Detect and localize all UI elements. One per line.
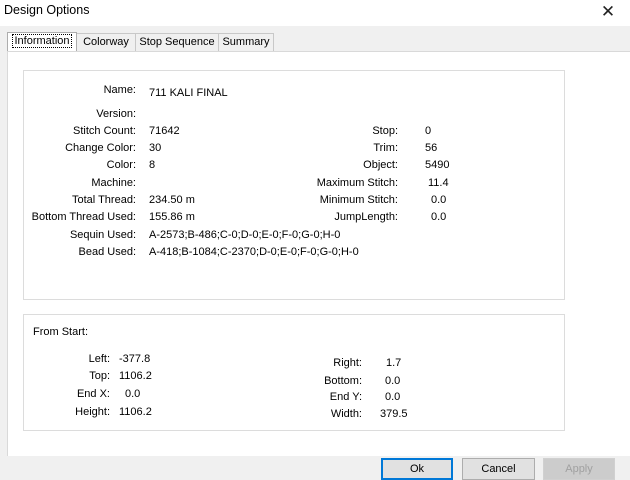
stop-label: Stop: [372, 125, 398, 137]
design-info-group: Name: 711 KALI FINAL Version: Stitch Cou… [23, 70, 565, 300]
close-icon[interactable]: ✕ [598, 2, 618, 22]
object-value: 5490 [425, 159, 450, 171]
right-label: Right: [333, 357, 362, 369]
from-start-title: From Start: [33, 326, 89, 338]
max-stitch-value: 11.4 [428, 177, 449, 189]
bead-label: Bead Used: [78, 246, 136, 258]
top-label: Top: [89, 370, 110, 382]
total-thread-label: Total Thread: [71, 194, 136, 206]
window-title: Design Options [4, 3, 90, 17]
tab-information[interactable]: Information [7, 32, 77, 51]
from-start-group: From Start: Left: -377.8 Top: 1106.2 End… [23, 314, 565, 431]
bottom-thread-label: Bottom Thread Used: [31, 211, 136, 223]
sequin-value: A-2573;B-486;C-0;D-0;E-0;F-0;G-0;H-0 [149, 229, 341, 241]
name-label: Name: [103, 84, 136, 96]
tab-summary[interactable]: Summary [218, 33, 274, 51]
machine-label: Machine: [91, 177, 136, 189]
top-value: 1106.2 [119, 370, 152, 382]
title-bar: Design Options ✕ [0, 0, 630, 26]
left-value: -377.8 [119, 353, 151, 365]
ok-button[interactable]: Ok [381, 458, 453, 480]
bottom-thread-value: 155.86 m [149, 211, 195, 223]
stitch-count-label: Stitch Count: [73, 125, 136, 137]
information-panel: Name: 711 KALI FINAL Version: Stitch Cou… [7, 51, 630, 456]
height-value: 1106.2 [119, 406, 152, 418]
end-x-value: 0.0 [125, 388, 141, 400]
end-x-label: End X: [76, 388, 110, 400]
tab-stop-sequence[interactable]: Stop Sequence [135, 33, 219, 51]
bottom-value: 0.0 [385, 375, 401, 387]
width-label: Width: [330, 408, 362, 420]
version-label: Version: [96, 108, 136, 120]
max-stitch-label: Maximum Stitch: [316, 177, 398, 189]
width-value: 379.5 [380, 408, 408, 420]
tab-colorway[interactable]: Colorway [76, 33, 136, 51]
trim-value: 56 [425, 142, 438, 154]
object-label: Object: [363, 159, 398, 171]
change-color-label: Change Color: [65, 142, 136, 154]
height-label: Height: [75, 406, 110, 418]
change-color-value: 30 [149, 142, 162, 154]
right-value: 1.7 [386, 357, 402, 369]
sequin-label: Sequin Used: [69, 229, 136, 241]
min-stitch-label: Minimum Stitch: [319, 194, 398, 206]
bead-value: A-418;B-1084;C-2370;D-0;E-0;F-0;G-0;H-0 [149, 246, 359, 258]
bottom-label: Bottom: [324, 375, 362, 387]
jump-length-label: JumpLength: [334, 211, 398, 223]
color-value: 8 [149, 159, 156, 171]
trim-label: Trim: [373, 142, 398, 154]
name-value: 711 KALI FINAL [149, 87, 228, 99]
min-stitch-value: 0.0 [431, 194, 447, 206]
apply-button[interactable]: Apply [543, 458, 615, 480]
left-label: Left: [88, 353, 110, 365]
end-y-label: End Y: [329, 391, 362, 403]
end-y-value: 0.0 [385, 391, 401, 403]
jump-length-value: 0.0 [431, 211, 447, 223]
stop-value: 0 [425, 125, 432, 137]
color-label: Color: [106, 159, 136, 171]
cancel-button[interactable]: Cancel [462, 458, 535, 480]
total-thread-value: 234.50 m [149, 194, 195, 206]
stitch-count-value: 71642 [149, 125, 180, 137]
